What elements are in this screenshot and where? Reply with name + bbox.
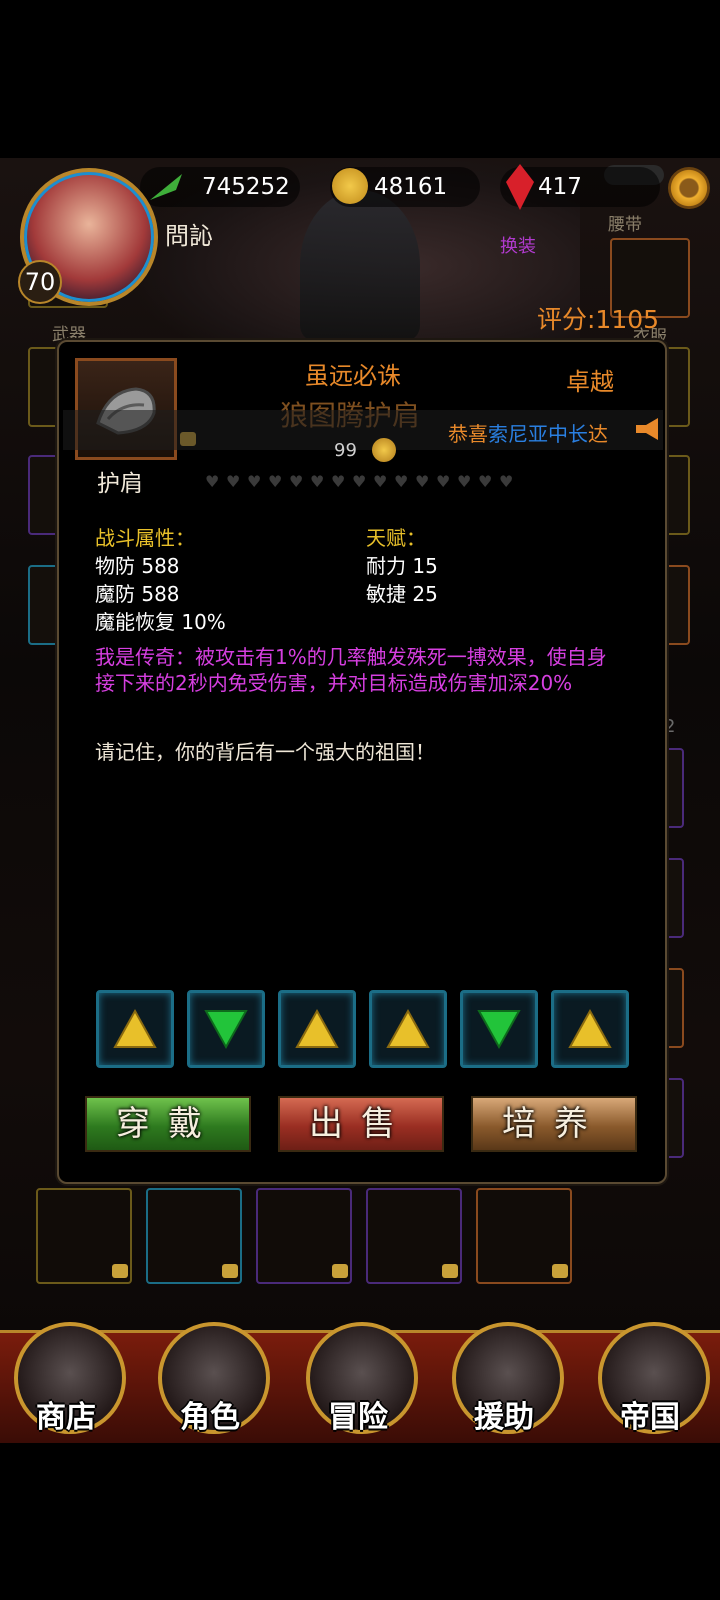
heart-icon: ♥	[310, 472, 325, 491]
announcement-text: 恭喜索尼亚中长达	[448, 418, 608, 447]
gold-coin-icon	[332, 168, 368, 204]
lock-icon	[552, 1264, 568, 1278]
nav-shop[interactable]: 商店	[6, 1392, 126, 1436]
inventory-slot[interactable]	[36, 1188, 132, 1284]
gear-icon[interactable]	[668, 167, 710, 209]
gem-socket-green[interactable]	[460, 990, 538, 1068]
lock-icon	[222, 1264, 238, 1278]
lock-icon	[332, 1264, 348, 1278]
gem-value: 417	[538, 174, 582, 200]
heart-icon: ♥	[247, 472, 262, 491]
heart-icon: ♥	[226, 472, 241, 491]
gem-socket-gold[interactable]	[369, 990, 447, 1068]
gem-socket-green[interactable]	[187, 990, 265, 1068]
red-gem-icon	[504, 164, 536, 210]
nav-character[interactable]: 角色	[150, 1392, 270, 1436]
heart-icon: ♥	[289, 472, 304, 491]
player-level: 70	[18, 260, 62, 304]
nav-empire[interactable]: 帝国	[590, 1392, 710, 1436]
heart-icon: ♥	[205, 472, 220, 491]
lock-icon	[112, 1264, 128, 1278]
talent-stat: 耐力 15	[366, 554, 438, 578]
battle-stat: 魔防 588	[95, 582, 180, 606]
flavor-text: 请记住，你的背后有一个强大的祖国！	[95, 740, 435, 764]
talent-header: 天赋：	[366, 526, 426, 550]
wear-button[interactable]: 穿戴	[85, 1096, 251, 1152]
heart-icon: ♥	[352, 472, 367, 491]
change-outfit-link[interactable]: 换装	[500, 232, 536, 258]
legend-effect: 我是传奇：被攻击有1%的几率触发殊死一搏效果，使自身接下来的2秒内免受伤害，并对…	[95, 645, 607, 695]
gem-socket-gold[interactable]	[551, 990, 629, 1068]
battle-stat: 魔能恢复 10%	[95, 610, 226, 634]
heart-icon: ♥	[268, 472, 283, 491]
gem-socket-gold[interactable]	[96, 990, 174, 1068]
megaphone-icon[interactable]	[634, 416, 662, 442]
heart-icon: ♥	[457, 472, 472, 491]
heart-icon: ♥	[499, 472, 514, 491]
nav-support[interactable]: 援助	[444, 1392, 564, 1436]
inventory-slot[interactable]	[256, 1188, 352, 1284]
inventory-slot[interactable]	[146, 1188, 242, 1284]
item-type: 护肩	[97, 471, 143, 497]
announcement-tail: 达	[588, 422, 608, 446]
coin-icon	[372, 438, 396, 462]
exp-value: 745252	[202, 174, 290, 200]
gold-value: 48161	[374, 174, 448, 200]
inventory-slot[interactable]	[476, 1188, 572, 1284]
heart-icon: ♥	[394, 472, 409, 491]
item-title: 虽远必诛	[305, 362, 401, 390]
battle-stat: 物防 588	[95, 554, 180, 578]
announcement-suffix: 中长	[548, 422, 588, 446]
nav-adventure[interactable]: 冒险	[298, 1392, 418, 1436]
item-count: 99	[334, 440, 357, 461]
battle-stats-header: 战斗属性：	[95, 526, 195, 550]
train-button[interactable]: 培养	[471, 1096, 637, 1152]
feather-icon	[148, 172, 186, 202]
talent-stat: 敏捷 25	[366, 582, 438, 606]
item-rank: 卓越	[566, 368, 614, 396]
heart-icon: ♥	[436, 472, 451, 491]
waist-label: 腰带	[608, 215, 642, 235]
announcement-prefix: 恭喜	[448, 422, 488, 446]
character-figure	[300, 190, 420, 340]
lock-icon	[442, 1264, 458, 1278]
announcement-player: 索尼亚	[488, 422, 548, 446]
heart-icon: ♥	[478, 472, 493, 491]
heart-icon: ♥	[331, 472, 346, 491]
heart-icon: ♥	[373, 472, 388, 491]
player-name: 問訫	[165, 222, 213, 250]
score: 评分:1105	[537, 305, 660, 334]
heart-icon: ♥	[415, 472, 430, 491]
gem-socket-gold[interactable]	[278, 990, 356, 1068]
durability-hearts: ♥ ♥ ♥ ♥ ♥ ♥ ♥ ♥ ♥ ♥ ♥ ♥ ♥ ♥ ♥	[205, 472, 520, 491]
inventory-slot[interactable]	[366, 1188, 462, 1284]
sell-button[interactable]: 出售	[278, 1096, 444, 1152]
